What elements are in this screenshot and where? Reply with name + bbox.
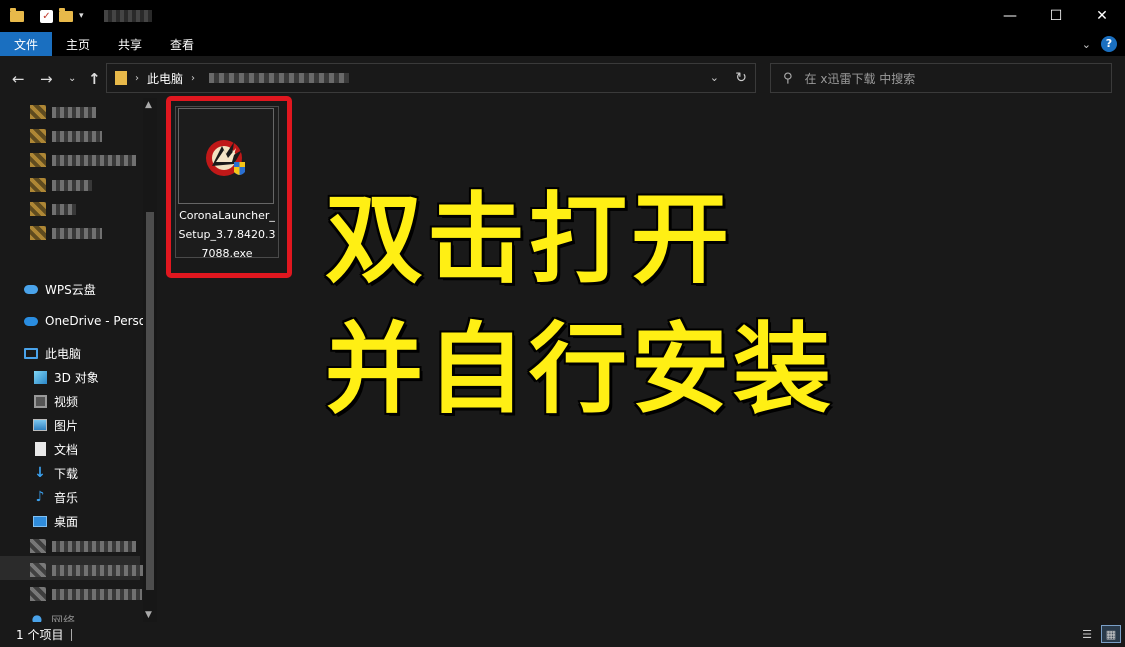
tab-view[interactable]: 查看 xyxy=(156,32,208,56)
scrollbar-thumb[interactable] xyxy=(146,212,154,590)
scroll-down-icon[interactable]: ▼ xyxy=(145,610,152,620)
details-view-icon[interactable]: ☰ xyxy=(1077,625,1097,643)
recent-locations-icon[interactable]: ⌄ xyxy=(68,73,76,84)
sidebar-item-3d-objects[interactable]: 3D 对象 xyxy=(33,367,99,387)
maximize-button[interactable]: ☐ xyxy=(1033,0,1079,32)
sidebar-item-downloads[interactable]: ↓ 下载 xyxy=(33,463,78,483)
forward-arrow-icon[interactable]: → xyxy=(40,70,53,88)
help-icon[interactable]: ? xyxy=(1101,36,1117,52)
drive-icon xyxy=(30,587,46,601)
properties-icon[interactable]: ✓ xyxy=(40,9,53,23)
up-arrow-icon[interactable]: ↑ xyxy=(88,70,101,88)
file-name[interactable]: CoronaLauncher_Setup_3.7.8420.37088.exe xyxy=(178,206,276,263)
overlay-text-line2: 并自行安装 xyxy=(323,312,836,429)
scroll-up-icon[interactable]: ▲ xyxy=(145,100,152,110)
drive-item-blurred[interactable] xyxy=(30,586,142,602)
title-bar: ✓ ▾ — ☐ ✕ xyxy=(0,0,1125,32)
folder-icon xyxy=(30,178,46,192)
tab-share[interactable]: 共享 xyxy=(104,32,156,56)
folder-icon xyxy=(30,226,46,240)
video-icon xyxy=(33,394,47,408)
onedrive-icon xyxy=(24,314,38,328)
sidebar-item-label: 此电脑 xyxy=(45,346,82,361)
status-bar: 1 个项目 ☰ ▦ xyxy=(0,622,1125,647)
folder-icon xyxy=(30,129,46,143)
sidebar-item-label: WPS云盘 xyxy=(45,282,96,297)
back-arrow-icon[interactable]: ← xyxy=(12,70,25,88)
quick-access-item-blurred[interactable] xyxy=(30,152,136,168)
folder-icon xyxy=(30,153,46,167)
breadcrumb-separator-icon[interactable]: › xyxy=(191,73,195,84)
drive-item-blurred[interactable] xyxy=(30,538,136,554)
quick-access-item-blurred[interactable] xyxy=(30,128,102,144)
drive-icon xyxy=(30,563,46,577)
sidebar-item-pictures[interactable]: 图片 xyxy=(33,415,78,435)
sidebar-item-label: 文档 xyxy=(54,442,79,457)
sidebar-item-label: 视频 xyxy=(54,394,79,409)
explorer-window: ✓ ▾ — ☐ ✕ 文件 主页 共享 查看 ⌄ ? ← → ⌄ ↑ › 此电脑 … xyxy=(0,0,1125,647)
search-icon: ⚲ xyxy=(783,70,793,86)
expand-ribbon-icon[interactable]: ⌄ xyxy=(1082,38,1091,51)
drive-icon xyxy=(30,539,46,553)
sidebar-item-label: 3D 对象 xyxy=(54,370,99,385)
drive-item-blurred[interactable] xyxy=(30,562,148,578)
search-input[interactable]: ⚲ 在 x迅雷下载 中搜索 xyxy=(770,63,1112,93)
sidebar-item-wps-cloud[interactable]: WPS云盘 xyxy=(24,279,96,299)
new-folder-icon[interactable] xyxy=(59,7,73,22)
computer-icon xyxy=(24,346,38,360)
window-title-blurred xyxy=(103,10,152,22)
cloud-icon xyxy=(24,282,38,296)
ribbon-tabs: 文件 主页 共享 查看 ⌄ ? xyxy=(0,32,1125,56)
pictures-icon xyxy=(33,418,47,432)
sidebar-item-label: 音乐 xyxy=(54,490,79,505)
desktop-icon xyxy=(33,514,47,528)
large-icons-view-icon[interactable]: ▦ xyxy=(1101,625,1121,643)
sidebar-item-label: 桌面 xyxy=(54,514,79,529)
sidebar-item-videos[interactable]: 视频 xyxy=(33,391,78,411)
status-divider xyxy=(71,628,73,641)
sidebar-item-documents[interactable]: 文档 xyxy=(33,439,78,459)
breadcrumb-blurred[interactable] xyxy=(209,73,350,83)
music-icon: ♪ xyxy=(35,489,45,505)
folder-icon xyxy=(115,71,127,85)
address-bar[interactable]: › 此电脑 › ⌄ ↻ xyxy=(106,63,756,93)
network-icon: ● xyxy=(31,612,43,622)
cube-icon xyxy=(33,370,47,384)
sidebar-item-network[interactable]: ● 网络 xyxy=(30,612,75,622)
corona-launcher-icon[interactable] xyxy=(204,136,248,180)
minimize-button[interactable]: — xyxy=(987,0,1033,32)
close-button[interactable]: ✕ xyxy=(1079,0,1125,32)
quick-access-toolbar: ✓ ▾ xyxy=(0,7,152,23)
folder-icon[interactable] xyxy=(10,7,24,22)
quick-access-item-blurred[interactable] xyxy=(30,201,76,217)
sidebar-item-desktop[interactable]: 桌面 xyxy=(33,511,78,531)
address-dropdown-icon[interactable]: ⌄ xyxy=(710,71,719,84)
tab-file[interactable]: 文件 xyxy=(0,32,53,56)
breadcrumb-separator-icon[interactable]: › xyxy=(135,73,139,84)
download-icon: ↓ xyxy=(34,465,46,481)
refresh-icon[interactable]: ↻ xyxy=(735,70,747,86)
sidebar-item-label: 下载 xyxy=(54,466,79,481)
sidebar-item-onedrive[interactable]: OneDrive - Perso xyxy=(24,311,146,331)
customize-toolbar-icon[interactable]: ▾ xyxy=(79,11,84,21)
overlay-text-line1: 双击打开 xyxy=(323,182,734,299)
folder-icon xyxy=(30,202,46,216)
sidebar-item-this-pc[interactable]: 此电脑 xyxy=(24,343,81,363)
quick-access-item-blurred[interactable] xyxy=(30,177,92,193)
sidebar-item-music[interactable]: ♪ 音乐 xyxy=(33,487,78,507)
folder-icon xyxy=(30,105,46,119)
item-count: 1 个项目 xyxy=(16,628,64,642)
sidebar-item-label: OneDrive - Perso xyxy=(45,314,147,328)
quick-access-item-blurred[interactable] xyxy=(30,225,102,241)
tab-home[interactable]: 主页 xyxy=(52,32,104,56)
breadcrumb-this-pc[interactable]: 此电脑 xyxy=(147,70,183,87)
sidebar-item-label: 网络 xyxy=(51,614,76,622)
documents-icon xyxy=(33,442,47,456)
search-placeholder: 在 x迅雷下载 中搜索 xyxy=(804,71,916,86)
quick-access-item-blurred[interactable] xyxy=(30,104,96,120)
sidebar-item-label: 图片 xyxy=(54,418,79,433)
